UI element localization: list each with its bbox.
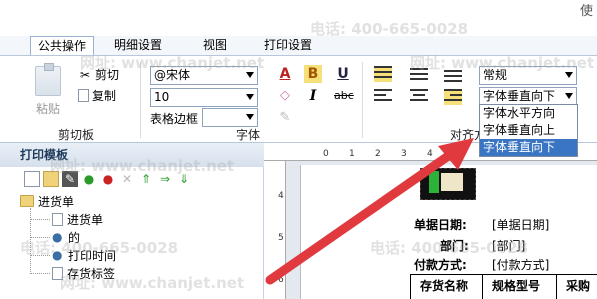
align-top-icon[interactable] — [374, 66, 392, 82]
document-icon — [52, 212, 63, 226]
chevron-down-icon — [246, 94, 254, 100]
vertical-ruler: 4 5 6 — [264, 161, 286, 299]
ruler-tick: 5 — [453, 149, 459, 159]
table-border-select[interactable] — [202, 108, 258, 127]
tree-item-root[interactable]: 进货单 — [20, 193, 74, 209]
ruler-tick: 0 — [323, 149, 329, 159]
chevron-down-icon — [246, 114, 254, 120]
align-left-icon[interactable] — [374, 89, 392, 105]
table-header: 存货名称 — [420, 279, 469, 293]
ruler-tick: 4 — [278, 191, 284, 201]
field-label-date: 单据日期: — [414, 218, 467, 232]
paste-button[interactable]: 粘贴 — [30, 63, 66, 118]
dropdown-option-vertical-down[interactable]: 字体垂直向下 — [480, 139, 577, 156]
table-header: 采购 — [566, 279, 591, 293]
ruler-tick: 4 — [427, 149, 433, 159]
table-border — [556, 274, 557, 299]
watermark: 网址: www.chanjet.net — [50, 157, 235, 175]
dropdown-option-horizontal[interactable]: 字体水平方向 — [480, 105, 577, 122]
paste-icon — [35, 63, 61, 96]
clipboard-group-label: 剪切板 — [58, 128, 95, 142]
align-right-icon[interactable] — [444, 89, 462, 105]
ruler-tick: 3 — [401, 149, 407, 159]
title-bar: 使 — [0, 0, 597, 36]
tree-item-label: 进货单 — [67, 212, 104, 227]
text-direction-value: 字体垂直向下 — [483, 89, 556, 103]
table-top-border — [410, 274, 597, 275]
field-value-date[interactable]: [单据日期] — [492, 216, 549, 233]
table-border — [482, 274, 483, 299]
ruler-tick: 1 — [349, 149, 355, 159]
group-separator — [362, 62, 363, 138]
table-border-label: 表格边框 — [150, 112, 199, 126]
watermark: 电话: 400-665-0028 — [310, 20, 469, 38]
tree-item-label: 进货单 — [38, 194, 75, 209]
text-direction-dropdown: 字体水平方向 字体垂直向上 字体垂直向下 — [479, 104, 578, 157]
watermark: 网址: www.chanjet.net — [410, 54, 595, 72]
table-header: 规格型号 — [492, 279, 541, 293]
table-border — [410, 274, 411, 299]
ruler-tick: 6 — [278, 275, 284, 285]
ruler-tick: 5 — [278, 233, 284, 243]
font-group-label: 字体 — [236, 128, 261, 142]
copy-icon — [78, 89, 89, 102]
align-center-icon[interactable] — [410, 89, 428, 105]
ruler-tick: 2 — [375, 149, 381, 159]
tree-item[interactable]: 进货单 — [52, 211, 103, 227]
paste-label: 粘贴 — [35, 102, 60, 116]
chevron-down-icon — [565, 93, 573, 99]
pen-icon[interactable]: ✎ — [276, 109, 294, 127]
font-color-button[interactable]: A — [276, 65, 294, 83]
italic-button[interactable]: I — [304, 87, 322, 105]
folder-icon — [20, 195, 34, 207]
font-size-select[interactable]: 10 — [150, 88, 258, 107]
strikethrough-button[interactable]: abc — [334, 87, 354, 105]
group-separator — [140, 62, 141, 138]
field-value-payment[interactable]: [付款方式] — [492, 256, 549, 273]
tree-connector — [30, 219, 50, 220]
window-close-glyph[interactable]: 使 — [580, 0, 593, 19]
eraser-icon[interactable]: ◇ — [276, 87, 294, 105]
underline-button[interactable]: U — [334, 65, 352, 83]
watermark: 电话: 400-665-0028 — [20, 239, 179, 257]
bold-button[interactable]: B — [304, 65, 322, 83]
new-doc-icon[interactable] — [24, 171, 40, 187]
watermark: 网址: www.chanjet.net — [80, 54, 265, 72]
logo-image[interactable] — [420, 168, 476, 200]
watermark: 电话: 400-665-0028 — [370, 239, 529, 257]
font-size-value: 10 — [154, 90, 170, 104]
watermark: 网址: www.chanjet.net — [60, 274, 245, 292]
dropdown-option-vertical-up[interactable]: 字体垂直向上 — [480, 122, 577, 139]
copy-label: 复制 — [92, 89, 117, 103]
field-label-payment: 付款方式: — [414, 258, 467, 272]
copy-button[interactable]: 复制 — [78, 87, 116, 104]
tree-connector — [30, 273, 50, 274]
